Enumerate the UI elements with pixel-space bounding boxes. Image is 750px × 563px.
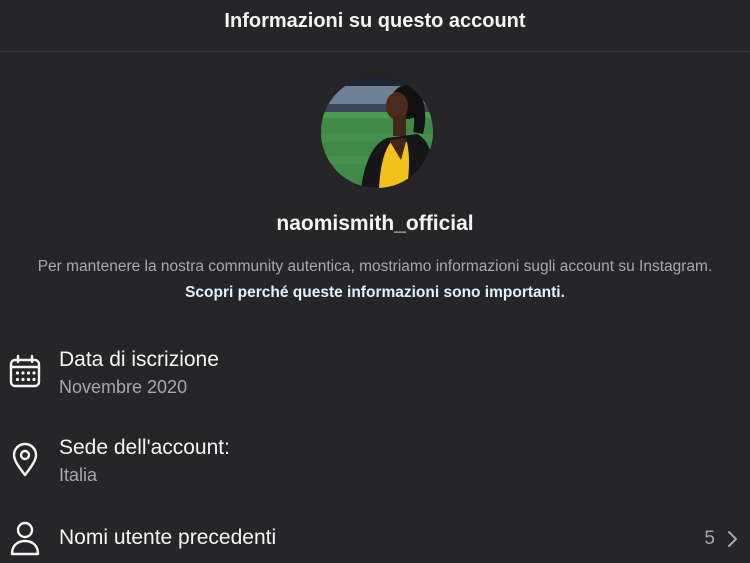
former-usernames-row[interactable]: Nomi utente precedenti 5: [0, 514, 750, 563]
calendar-icon: [9, 354, 41, 388]
location-pin-icon: [12, 442, 38, 477]
info-description: Per mantenere la nostra community autent…: [20, 254, 730, 306]
account-location-row: Sede dell'account: Italia: [0, 428, 750, 498]
account-info-page: Informazioni su questo account naomismit…: [0, 0, 750, 563]
info-description-text: Per mantenere la nostra community autent…: [37, 258, 713, 275]
person-icon: [10, 521, 40, 556]
avatar: [321, 76, 433, 188]
join-date-label: Data di iscrizione: [59, 348, 219, 371]
account-location-value: Italia: [59, 465, 98, 485]
username: naomismith_official: [276, 212, 474, 235]
join-date-row: Data di iscrizione Novembre 2020: [0, 340, 750, 410]
header-bar: Informazioni su questo account: [0, 0, 750, 52]
chevron-right-icon: [728, 531, 737, 547]
former-usernames-label: Nomi utente precedenti: [59, 526, 277, 549]
join-date-value: Novembre 2020: [59, 377, 188, 397]
account-location-label: Sede dell'account:: [59, 436, 230, 459]
page-title: Informazioni su questo account: [224, 10, 526, 32]
former-usernames-count: 5: [704, 528, 715, 549]
profile-photo: [321, 76, 433, 188]
learn-more-link[interactable]: Scopri perché queste informazioni sono i…: [185, 284, 565, 301]
